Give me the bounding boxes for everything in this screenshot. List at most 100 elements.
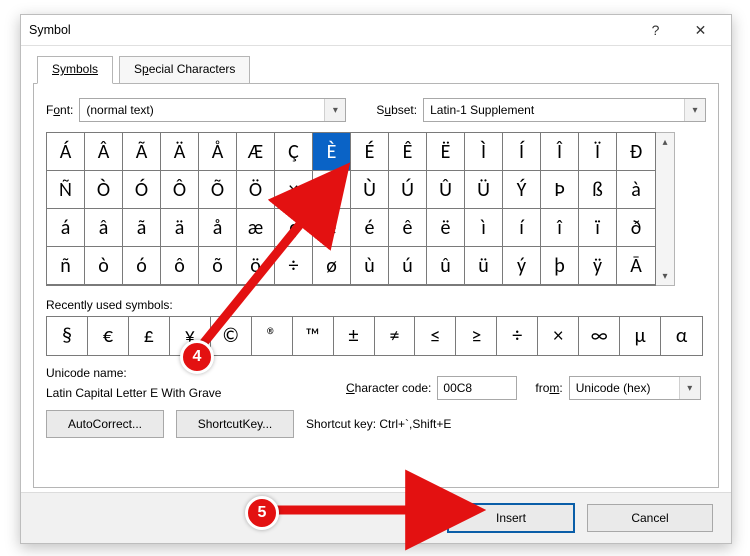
symbol-cell[interactable]: ñ — [47, 247, 85, 285]
symbol-cell[interactable]: Î — [541, 133, 579, 171]
symbol-cell[interactable]: ì — [465, 209, 503, 247]
symbol-cell[interactable]: Þ — [541, 171, 579, 209]
symbol-cell[interactable]: û — [427, 247, 465, 285]
scroll-down-icon[interactable]: ▾ — [656, 267, 674, 285]
recent-symbol-cell[interactable]: € — [88, 317, 129, 355]
symbol-cell[interactable]: Ù — [351, 171, 389, 209]
symbol-cell[interactable]: ö — [237, 247, 275, 285]
symbol-cell[interactable]: ù — [351, 247, 389, 285]
recent-symbol-cell[interactable]: ™ — [293, 317, 334, 355]
symbol-cell[interactable]: Ï — [579, 133, 617, 171]
tab-special-characters[interactable]: Special Characters — [119, 56, 250, 84]
symbol-cell[interactable]: ã — [123, 209, 161, 247]
dialog-title: Symbol — [29, 23, 633, 37]
recent-symbol-cell[interactable]: ® — [252, 317, 293, 355]
recent-symbol-cell[interactable]: × — [538, 317, 579, 355]
recent-symbol-cell[interactable]: ≤ — [415, 317, 456, 355]
symbol-cell[interactable]: È — [313, 133, 351, 171]
symbol-cell[interactable]: Ý — [503, 171, 541, 209]
subset-label: Subset: — [376, 103, 417, 117]
help-button[interactable]: ? — [633, 16, 678, 44]
autocorrect-button[interactable]: AutoCorrect... — [46, 410, 164, 438]
symbol-cell[interactable]: è — [313, 209, 351, 247]
symbol-cell[interactable]: ø — [313, 247, 351, 285]
symbol-cell[interactable]: Ì — [465, 133, 503, 171]
symbol-cell[interactable]: Ü — [465, 171, 503, 209]
correction-buttons-row: AutoCorrect... Shortcut Key... Shortcut … — [46, 410, 706, 438]
symbol-cell[interactable]: Å — [199, 133, 237, 171]
recent-symbol-cell[interactable]: ≠ — [375, 317, 416, 355]
symbol-cell[interactable]: ê — [389, 209, 427, 247]
symbol-cell[interactable]: Ç — [275, 133, 313, 171]
recent-symbol-cell[interactable]: μ — [620, 317, 661, 355]
symbol-cell[interactable]: ß — [579, 171, 617, 209]
symbol-cell[interactable]: ÷ — [275, 247, 313, 285]
recent-symbol-cell[interactable]: α — [661, 317, 702, 355]
symbol-cell[interactable]: ó — [123, 247, 161, 285]
dialog-footer: Insert Cancel — [21, 492, 731, 543]
symbol-cell[interactable]: Ô — [161, 171, 199, 209]
character-code-input[interactable] — [437, 376, 517, 400]
subset-combo[interactable]: Latin-1 Supplement ▾ — [423, 98, 706, 122]
symbol-cell[interactable]: Ñ — [47, 171, 85, 209]
scroll-up-icon[interactable]: ▴ — [656, 133, 674, 151]
symbol-cell[interactable]: ç — [275, 209, 313, 247]
symbol-cell[interactable]: Í — [503, 133, 541, 171]
symbol-cell[interactable]: Â — [85, 133, 123, 171]
symbol-cell[interactable]: â — [85, 209, 123, 247]
tab-symbols[interactable]: Symbols — [37, 56, 113, 84]
symbol-cell[interactable]: á — [47, 209, 85, 247]
grid-scrollbar[interactable]: ▴ ▾ — [656, 132, 675, 286]
recent-symbol-cell[interactable]: ÷ — [497, 317, 538, 355]
recent-symbol-cell[interactable]: © — [211, 317, 252, 355]
symbol-cell[interactable]: î — [541, 209, 579, 247]
symbol-cell[interactable]: ú — [389, 247, 427, 285]
recent-symbol-cell[interactable]: ≥ — [456, 317, 497, 355]
symbol-cell[interactable]: ü — [465, 247, 503, 285]
symbol-cell[interactable]: Á — [47, 133, 85, 171]
symbol-cell[interactable]: Û — [427, 171, 465, 209]
recent-symbol-cell[interactable]: ± — [334, 317, 375, 355]
symbol-cell[interactable]: ð — [617, 209, 655, 247]
symbol-cell[interactable]: Õ — [199, 171, 237, 209]
symbol-cell[interactable]: æ — [237, 209, 275, 247]
close-button[interactable]: ✕ — [678, 16, 723, 44]
symbol-cell[interactable]: õ — [199, 247, 237, 285]
symbol-cell[interactable]: ò — [85, 247, 123, 285]
symbol-cell[interactable]: Ó — [123, 171, 161, 209]
from-combo[interactable]: Unicode (hex) ▾ — [569, 376, 701, 400]
symbol-cell[interactable]: ÿ — [579, 247, 617, 285]
symbol-cell[interactable]: Ä — [161, 133, 199, 171]
symbol-cell[interactable]: Æ — [237, 133, 275, 171]
symbol-cell[interactable]: × — [275, 171, 313, 209]
symbol-cell[interactable]: Ã — [123, 133, 161, 171]
recent-symbols-grid[interactable]: §€£¥©®™±≠≤≥÷×∞μα — [46, 316, 703, 356]
symbol-cell[interactable]: Ö — [237, 171, 275, 209]
symbol-cell[interactable]: é — [351, 209, 389, 247]
symbol-cell[interactable]: à — [617, 171, 655, 209]
symbol-cell[interactable]: Ú — [389, 171, 427, 209]
symbol-cell[interactable]: þ — [541, 247, 579, 285]
symbol-grid[interactable]: ÁÂÃÄÅÆÇÈÉÊËÌÍÎÏÐ ÑÒÓÔÕÖ×ØÙÚÛÜÝÞßà áâãäåæçè… — [46, 132, 656, 286]
symbol-cell[interactable]: ô — [161, 247, 199, 285]
symbol-cell[interactable]: Ø — [313, 171, 351, 209]
symbol-cell[interactable]: Ê — [389, 133, 427, 171]
symbol-cell[interactable]: ë — [427, 209, 465, 247]
symbol-cell[interactable]: Ë — [427, 133, 465, 171]
symbol-cell[interactable]: ý — [503, 247, 541, 285]
symbol-cell[interactable]: ï — [579, 209, 617, 247]
symbol-cell[interactable]: å — [199, 209, 237, 247]
symbol-cell[interactable]: É — [351, 133, 389, 171]
shortcut-key-button[interactable]: Shortcut Key... — [176, 410, 294, 438]
symbol-cell[interactable]: Ā — [617, 247, 655, 285]
symbol-cell[interactable]: Ð — [617, 133, 655, 171]
recent-symbol-cell[interactable]: § — [47, 317, 88, 355]
font-combo[interactable]: (normal text) ▾ — [79, 98, 346, 122]
cancel-button[interactable]: Cancel — [587, 504, 713, 532]
recent-symbol-cell[interactable]: ∞ — [579, 317, 620, 355]
recent-symbol-cell[interactable]: £ — [129, 317, 170, 355]
symbol-cell[interactable]: í — [503, 209, 541, 247]
symbol-cell[interactable]: ä — [161, 209, 199, 247]
symbol-cell[interactable]: Ò — [85, 171, 123, 209]
insert-button[interactable]: Insert — [447, 503, 575, 533]
